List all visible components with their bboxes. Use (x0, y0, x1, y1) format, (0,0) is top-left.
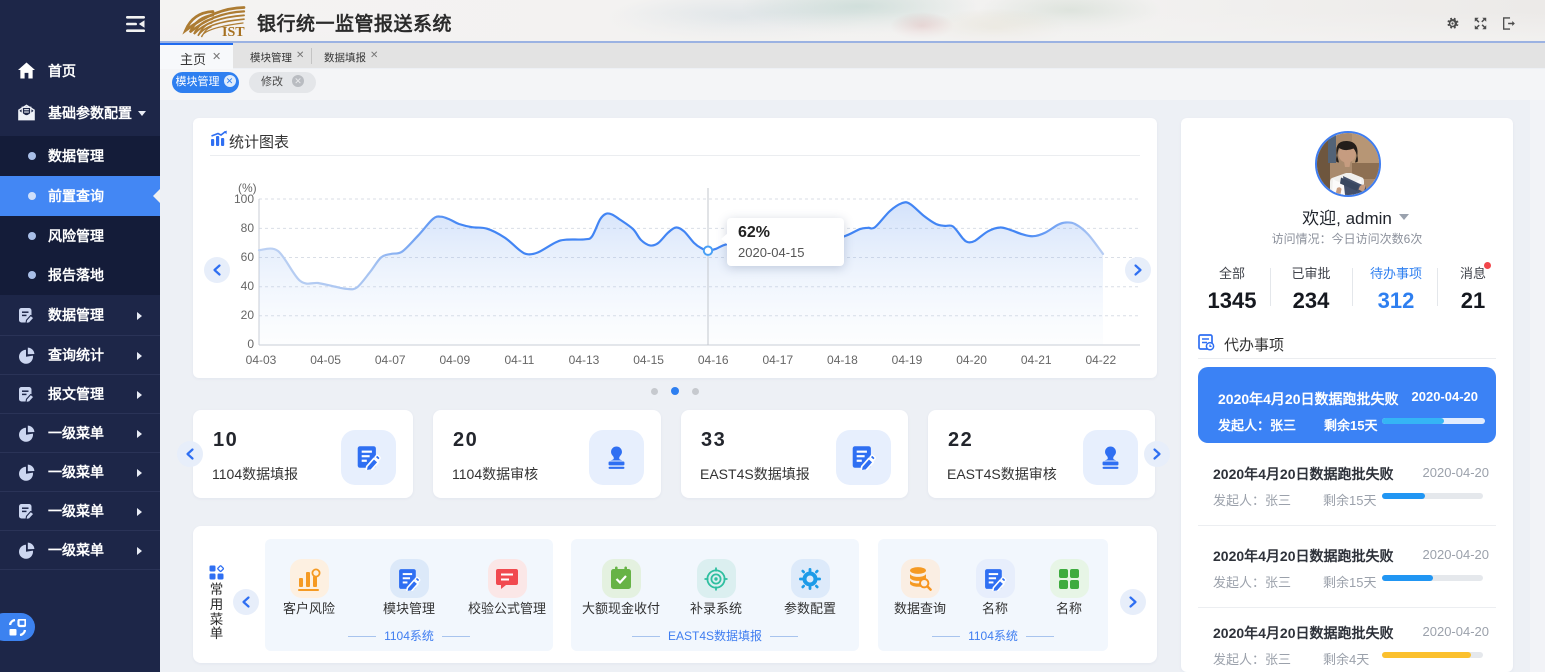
svg-text:40: 40 (241, 279, 255, 293)
svg-text:04-20: 04-20 (956, 353, 987, 367)
svg-text:04-15: 04-15 (633, 353, 664, 367)
svg-text:04-17: 04-17 (762, 353, 793, 367)
svg-text:100: 100 (234, 192, 254, 206)
svg-text:04-18: 04-18 (827, 353, 858, 367)
svg-text:04-19: 04-19 (892, 353, 923, 367)
svg-text:04-09: 04-09 (439, 353, 470, 367)
svg-text:04-16: 04-16 (698, 353, 729, 367)
svg-text:04-21: 04-21 (1021, 353, 1052, 367)
svg-text:20: 20 (241, 308, 255, 322)
svg-text:80: 80 (241, 221, 255, 235)
svg-text:04-11: 04-11 (504, 353, 534, 367)
svg-text:04-07: 04-07 (375, 353, 406, 367)
svg-text:IST: IST (222, 25, 245, 40)
svg-text:04-22: 04-22 (1085, 353, 1116, 367)
svg-text:60: 60 (241, 250, 255, 264)
svg-text:04-05: 04-05 (310, 353, 341, 367)
svg-text:04-03: 04-03 (246, 353, 277, 367)
svg-text:04-13: 04-13 (569, 353, 600, 367)
svg-text:0: 0 (247, 337, 254, 351)
